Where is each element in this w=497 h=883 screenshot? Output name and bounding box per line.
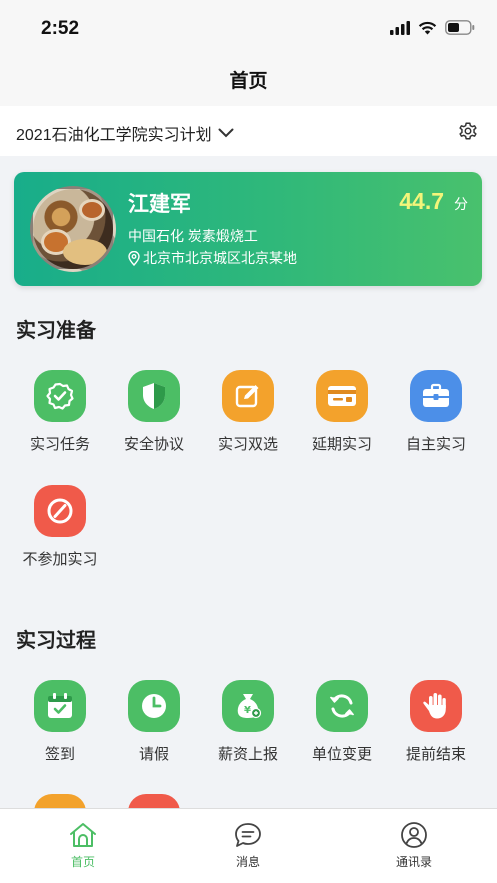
refresh-icon bbox=[316, 680, 368, 732]
grid-item-early-end[interactable]: 提前结束 bbox=[391, 680, 481, 780]
grid-label: 实习任务 bbox=[29, 436, 90, 453]
grid-item-salary[interactable]: ¥ 薪资上报 bbox=[203, 680, 293, 780]
status-time: 2:52 bbox=[41, 18, 80, 39]
briefcase-icon bbox=[410, 370, 462, 422]
profile-name: 江建军 bbox=[128, 193, 191, 216]
card-icon bbox=[316, 370, 368, 422]
plan-title: 2021石油化工学院实习计划 bbox=[16, 127, 212, 144]
contacts-icon bbox=[401, 822, 427, 848]
grid-item-dual-select[interactable]: 实习双选 bbox=[203, 370, 293, 470]
grid-label: 延期实习 bbox=[311, 436, 372, 453]
message-icon bbox=[235, 823, 261, 847]
grid-item-task[interactable]: 实习任务 bbox=[15, 370, 105, 470]
tab-contacts[interactable]: 通讯录 bbox=[364, 815, 464, 871]
clock-icon bbox=[128, 680, 180, 732]
grid-label: 请假 bbox=[138, 746, 169, 763]
section-title-prep: 实习准备 bbox=[16, 320, 96, 342]
grid-label: 实习双选 bbox=[217, 436, 278, 453]
page-title: 首页 bbox=[229, 71, 268, 92]
gear-icon[interactable] bbox=[457, 120, 479, 142]
grid-item-unit-change[interactable]: 单位变更 bbox=[297, 680, 387, 780]
grid-label: 不参加实习 bbox=[22, 551, 98, 568]
edit-icon bbox=[222, 370, 274, 422]
chevron-down-icon bbox=[218, 128, 234, 138]
grid-item-leave[interactable]: 请假 bbox=[109, 680, 199, 780]
score-value: 44.7 bbox=[399, 188, 444, 214]
profile-address: 北京市北京城区北京某地 bbox=[128, 248, 297, 268]
forbid-icon bbox=[34, 485, 86, 537]
shield-icon bbox=[128, 370, 180, 422]
tab-label-home: 首页 bbox=[70, 855, 95, 869]
grid-item-safety[interactable]: 安全协议 bbox=[109, 370, 199, 470]
grid-item-self-intern[interactable]: 自主实习 bbox=[391, 370, 481, 470]
tab-messages[interactable]: 消息 bbox=[198, 815, 298, 871]
location-pin-icon bbox=[128, 250, 140, 266]
plan-bar: 2021石油化工学院实习计划 bbox=[0, 106, 497, 156]
grid-label: 提前结束 bbox=[405, 746, 466, 763]
grid-label: 单位变更 bbox=[311, 746, 372, 763]
profile-company: 中国石化 炭素煅烧工 bbox=[128, 228, 258, 244]
tab-label-messages: 消息 bbox=[235, 855, 260, 869]
avatar bbox=[30, 186, 116, 272]
tab-home[interactable]: 首页 bbox=[33, 815, 133, 871]
money-bag-icon: ¥ bbox=[222, 680, 274, 732]
wifi-icon bbox=[418, 21, 437, 34]
section-title-process: 实习过程 bbox=[16, 630, 96, 652]
svg-text:¥: ¥ bbox=[244, 705, 251, 716]
address-text: 北京市北京城区北京某地 bbox=[143, 250, 297, 266]
grid-label: 薪资上报 bbox=[217, 746, 278, 763]
hand-stop-icon bbox=[410, 680, 462, 732]
grid-label: 安全协议 bbox=[123, 436, 184, 453]
tab-bar: 首页 消息 通讯录 bbox=[0, 808, 497, 883]
profile-card[interactable]: 江建军 中国石化 炭素煅烧工 北京市北京城区北京某地 44.7 分 bbox=[14, 172, 482, 286]
status-bar: 2:52 bbox=[0, 0, 497, 56]
tab-label-contacts: 通讯录 bbox=[395, 855, 432, 869]
plan-selector[interactable]: 2021石油化工学院实习计划 bbox=[16, 121, 234, 145]
battery-icon bbox=[445, 20, 475, 35]
grid-item-extension[interactable]: 延期实习 bbox=[297, 370, 387, 470]
grid-item-checkin[interactable]: 签到 bbox=[15, 680, 105, 780]
home-icon bbox=[70, 823, 96, 847]
grid-label: 签到 bbox=[44, 746, 75, 763]
grid-label: 自主实习 bbox=[405, 436, 466, 453]
grid-item-not-join[interactable]: 不参加实习 bbox=[15, 485, 105, 585]
nav-bar: 首页 bbox=[0, 56, 497, 106]
score-unit: 分 bbox=[454, 196, 468, 212]
status-icons bbox=[390, 20, 475, 35]
task-check-icon bbox=[34, 370, 86, 422]
signal-icon bbox=[390, 20, 410, 35]
calendar-check-icon bbox=[34, 680, 86, 732]
